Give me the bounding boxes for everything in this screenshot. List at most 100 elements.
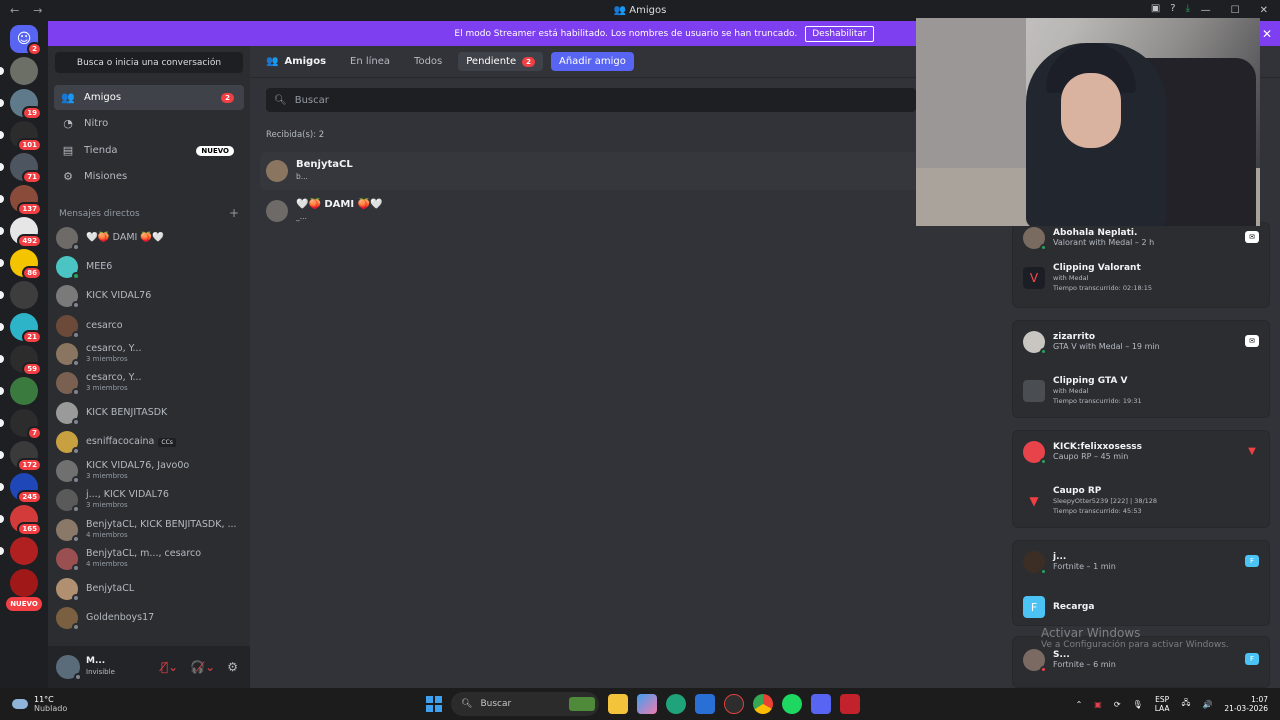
activity-line: Caupo RP – 45 min — [1053, 452, 1129, 461]
gta-icon — [1023, 380, 1045, 402]
activity-line: GTA V with Medal – 19 min — [1053, 342, 1160, 351]
sidebar-item-quests[interactable]: ⚙ Misiones — [54, 164, 244, 189]
dm-list-item[interactable]: KICK BENJITASDK — [56, 399, 244, 427]
help-icon[interactable]: ? — [1170, 3, 1175, 14]
dm-list-item[interactable]: cesarco, Y... 3 miembros — [56, 340, 244, 368]
server-badge: 245 — [17, 490, 42, 504]
server-icon[interactable]: 21 — [10, 313, 42, 344]
tab-all[interactable]: Todos — [406, 52, 450, 71]
sidebar-item-nitro[interactable]: ◔ Nitro — [54, 111, 244, 136]
activity-card[interactable]: zizarrito GTA V with Medal – 19 min ✉ Cli… — [1012, 320, 1270, 418]
file-explorer-icon[interactable] — [608, 694, 628, 714]
tab-online[interactable]: En línea — [342, 52, 398, 71]
banner-close-icon[interactable]: ✕ — [1262, 27, 1272, 41]
create-dm-button[interactable]: + — [229, 207, 239, 219]
search-input[interactable]: 🔍︎ Buscar — [266, 88, 916, 112]
find-conversation-button[interactable]: Busca o inicia una conversación — [55, 52, 243, 73]
server-badge: 2 — [27, 42, 42, 56]
dm-list-item[interactable]: BenjytaCL — [56, 575, 244, 603]
server-icon[interactable] — [10, 377, 38, 405]
search-placeholder: Buscar — [294, 94, 329, 106]
server-icon[interactable]: 7 — [10, 409, 42, 440]
server-icon[interactable] — [10, 537, 38, 565]
tab-pending[interactable]: Pendiente 2 — [458, 52, 543, 71]
store-icon[interactable] — [695, 694, 715, 714]
new-badge[interactable]: NUEVO — [6, 597, 42, 611]
discord-icon[interactable] — [811, 694, 831, 714]
clock[interactable]: 1:07 21-03-2026 — [1224, 695, 1268, 713]
maximize-icon[interactable]: ☐ — [1231, 5, 1240, 16]
dm-list-item[interactable]: Goldenboys17 — [56, 604, 244, 632]
avatar[interactable] — [56, 655, 82, 681]
sidebar-item-store[interactable]: ▤ Tienda NUEVO — [54, 138, 244, 163]
sidebar-item-friends[interactable]: 👥 Amigos 2 — [54, 85, 244, 110]
friend-request-row[interactable]: 🤍🍑 DAMI 🍑🤍 _... — [260, 192, 920, 230]
mic-muted-icon[interactable]: 🎙̸⌄ — [161, 660, 178, 674]
start-icon[interactable] — [426, 696, 442, 712]
server-icon[interactable]: 245 — [10, 473, 42, 504]
dm-list-item[interactable]: cesarco — [56, 312, 244, 340]
volume-icon[interactable]: 🔊 — [1202, 700, 1212, 709]
weather-widget[interactable]: 11°C Nublado — [12, 695, 67, 713]
dm-list-item[interactable]: KICK VIDAL76 — [56, 282, 244, 310]
friends-icon: 👥 — [613, 5, 630, 16]
server-icon[interactable]: 165 — [10, 505, 42, 536]
server-icon[interactable]: 86 — [10, 249, 42, 280]
taskbar-search[interactable]: 🔍︎ Buscar — [451, 692, 599, 716]
close-icon[interactable]: ✕ — [1260, 5, 1268, 16]
download-icon[interactable]: ⤓ — [1186, 3, 1190, 14]
server-icon[interactable] — [10, 281, 38, 309]
sidebar-item-label: Misiones — [84, 171, 128, 182]
dm-list-item[interactable]: 🤍🍑 DAMI 🍑🤍 — [56, 224, 244, 252]
request-name: 🤍🍑 DAMI 🍑🤍 — [296, 199, 383, 210]
chevron-up-icon[interactable]: ⌃ — [1076, 700, 1083, 709]
chrome-icon[interactable] — [753, 694, 773, 714]
server-icon[interactable]: 19 — [10, 89, 42, 120]
activity-card[interactable]: Abohala Neplati. Valorant with Medal – 2 … — [1012, 222, 1270, 308]
friend-request-row[interactable]: BenjytaCL b... — [260, 152, 920, 190]
game-app-icon[interactable] — [724, 694, 744, 714]
add-friend-button[interactable]: Añadir amigo — [550, 52, 634, 71]
activity-card[interactable]: j... Fortnite – 1 min F F Recarga — [1012, 540, 1270, 626]
dm-list-item[interactable]: j..., KICK VIDAL76 3 miembros — [56, 486, 244, 514]
dm-list-item[interactable]: KICK VIDAL76, Javo0o 3 miembros — [56, 457, 244, 485]
edge-icon[interactable] — [666, 694, 686, 714]
server-icon[interactable]: 492 — [10, 217, 42, 248]
server-icon[interactable]: 137 — [10, 185, 42, 216]
server-icon[interactable]: 71 — [10, 153, 42, 184]
dm-name: KICK VIDAL76 — [86, 291, 151, 301]
language-indicator[interactable]: ESP LAA — [1155, 695, 1170, 713]
discord-home-icon[interactable]: ☺ 2 — [10, 25, 42, 56]
gear-icon[interactable]: ⚙ — [227, 660, 238, 674]
tray-app-icon[interactable]: ▣ — [1094, 700, 1102, 709]
microphone-icon[interactable]: 🎙 — [1133, 700, 1143, 709]
dm-list-item[interactable]: BenjytaCL, KICK BENJITASDK, ... 4 miembro… — [56, 516, 244, 544]
dm-list-item[interactable]: esniffacocaina CCs — [56, 428, 244, 456]
nitro-icon: ◔ — [63, 117, 73, 130]
server-icon[interactable]: 59 — [10, 345, 42, 376]
spotify-icon[interactable] — [782, 694, 802, 714]
avatar — [1023, 331, 1047, 355]
headphones-muted-icon[interactable]: 🎧̸⌄ — [190, 660, 215, 674]
dm-list-item[interactable]: BenjytaCL, m..., cesarco 4 miembros — [56, 545, 244, 573]
search-icon: 🔍︎ — [461, 699, 473, 709]
server-icon[interactable] — [10, 569, 38, 597]
copilot-icon[interactable] — [637, 694, 657, 714]
disable-streamer-button[interactable]: Deshabilitar — [805, 25, 874, 42]
tray-sync-icon[interactable]: ⟳ — [1114, 700, 1121, 709]
dm-name: MEE6 — [86, 262, 112, 272]
dm-list-item[interactable]: cesarco, Y... 3 miembros — [56, 369, 244, 397]
server-icon[interactable] — [10, 57, 38, 85]
activity-card[interactable]: KICK:felixxosesss Caupo RP – 45 min ▼ ▼ Ca… — [1012, 430, 1270, 528]
activity-user: Abohala Neplati. — [1053, 228, 1138, 238]
adobe-icon[interactable] — [840, 694, 860, 714]
server-icon[interactable]: 101 — [10, 121, 42, 152]
network-icon[interactable]: 🖧 — [1182, 697, 1191, 711]
dm-list-item[interactable]: MEE6 — [56, 253, 244, 281]
system-tray: ⌃ ▣ ⟳ 🎙 ESP LAA 🖧 🔊 1:07 21-03-2026 — [1076, 695, 1268, 713]
medal-icon: ✉ — [1245, 231, 1259, 243]
minimize-icon[interactable]: — — [1201, 5, 1211, 16]
server-icon[interactable]: 172 — [10, 441, 42, 472]
avatar — [56, 372, 80, 396]
inbox-icon[interactable]: ▣ — [1151, 3, 1160, 14]
